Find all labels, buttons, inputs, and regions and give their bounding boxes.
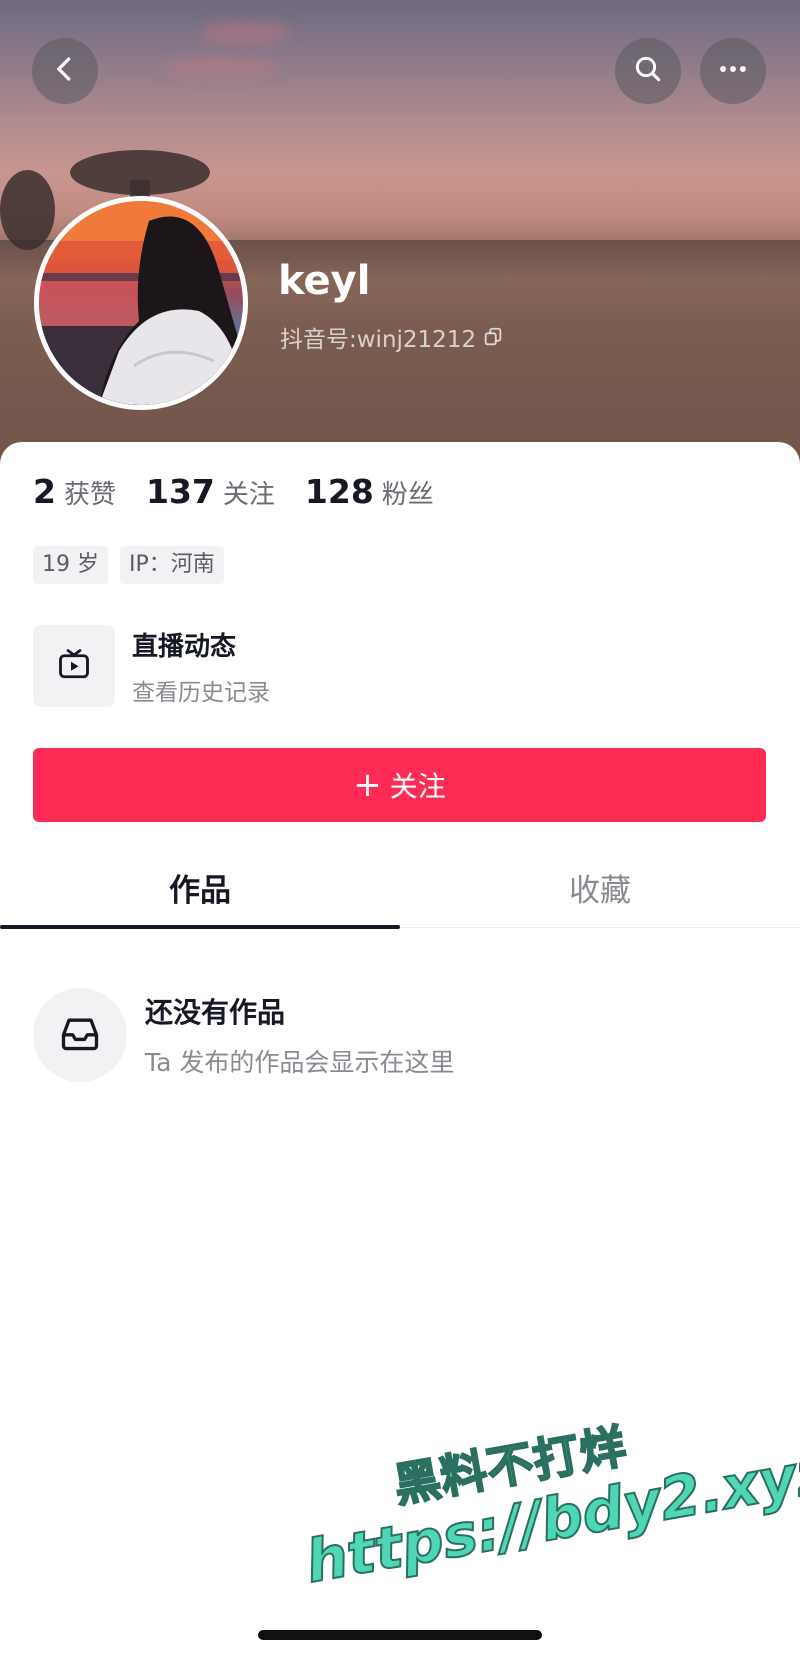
live-text: 直播动态 查看历史记录 [132, 626, 270, 707]
avatar-photo [39, 201, 243, 405]
stat-following[interactable]: 137 关注 [146, 472, 275, 511]
douyin-id[interactable]: 抖音号:winj21212 [280, 320, 504, 354]
profile-banner: keyl 抖音号:winj21212 [0, 0, 800, 470]
stat-value: 137 [145, 472, 215, 511]
age-tag: 19 岁 [33, 546, 108, 584]
tab-label: 收藏 [569, 872, 631, 909]
empty-text: 还没有作品 Ta 发布的作品会显示在这里 [145, 991, 454, 1079]
live-subtitle: 查看历史记录 [132, 679, 270, 706]
search-button[interactable] [615, 38, 681, 104]
more-button[interactable] [700, 38, 766, 104]
stat-label: 获赞 [63, 480, 116, 510]
plus-icon: + [353, 765, 382, 805]
more-horizontal-icon [716, 52, 750, 90]
tab-works[interactable]: 作品 [0, 846, 400, 929]
empty-icon-box [33, 988, 127, 1082]
banner-tree [0, 170, 55, 250]
stat-likes[interactable]: 2 获赞 [33, 472, 116, 511]
empty-state: 还没有作品 Ta 发布的作品会显示在这里 [33, 988, 454, 1082]
empty-title: 还没有作品 [145, 996, 286, 1029]
stat-label: 关注 [222, 480, 275, 510]
chevron-left-icon [50, 54, 80, 88]
banner-cloud [160, 58, 280, 76]
home-indicator [258, 1630, 542, 1640]
tv-play-icon [56, 646, 92, 686]
stat-label: 粉丝 [381, 480, 434, 510]
stat-followers[interactable]: 128 粉丝 [305, 472, 434, 511]
nickname: keyl [278, 258, 371, 304]
tab-active-indicator [0, 925, 400, 929]
stat-value: 128 [304, 472, 374, 511]
stat-value: 2 [33, 472, 56, 511]
search-icon [632, 53, 664, 89]
follow-button[interactable]: + 关注 [33, 748, 766, 822]
ip-tag: IP：河南 [120, 546, 224, 584]
profile-tags: 19 岁 IP：河南 [33, 546, 224, 584]
content-tabs: 作品 收藏 [0, 846, 800, 929]
live-icon-box [33, 625, 115, 707]
copy-icon[interactable] [482, 326, 504, 348]
back-button[interactable] [32, 38, 98, 104]
live-title: 直播动态 [132, 631, 237, 662]
tab-favorites[interactable]: 收藏 [400, 846, 800, 928]
stats-row: 2 获赞 137 关注 128 粉丝 [33, 472, 464, 511]
avatar[interactable] [34, 196, 248, 410]
inbox-tray-icon [58, 1011, 102, 1059]
live-history-entry[interactable]: 直播动态 查看历史记录 [33, 624, 733, 708]
douyin-id-text: 抖音号:winj21212 [280, 327, 477, 353]
empty-subtitle: Ta 发布的作品会显示在这里 [145, 1048, 455, 1077]
tab-label: 作品 [169, 872, 231, 909]
follow-button-label: 关注 [389, 770, 446, 803]
banner-cloud [200, 22, 290, 44]
